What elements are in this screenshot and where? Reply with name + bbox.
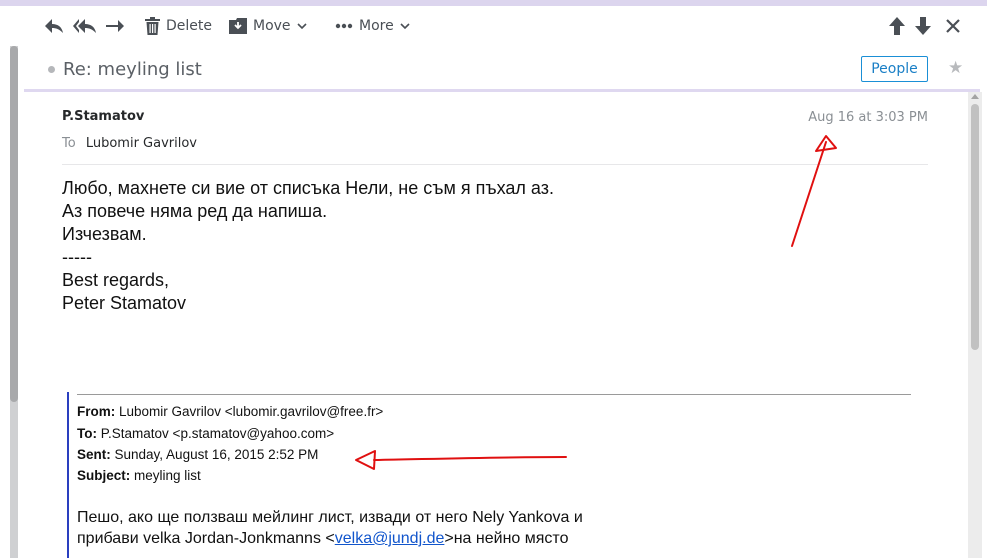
quoted-body: Пешо, ако ще ползваш мейлинг лист, извад… bbox=[77, 507, 583, 549]
quoted-sent-value: Sunday, August 16, 2015 2:52 PM bbox=[114, 447, 319, 462]
body-line: Изчезвам. bbox=[62, 224, 147, 244]
chevron-down-icon bbox=[400, 22, 410, 30]
right-scrollbar-thumb[interactable] bbox=[971, 104, 979, 350]
body-line: Best regards, bbox=[62, 270, 170, 290]
arrow-left-icon bbox=[44, 18, 64, 34]
arrow-down-icon bbox=[915, 17, 931, 35]
quoted-subject-label: Subject: bbox=[77, 468, 131, 483]
more-label: More bbox=[359, 18, 394, 34]
quoted-body-line: Пешо, ако ще ползваш мейлинг лист, извад… bbox=[77, 509, 583, 526]
email-link[interactable]: velka@jundj.de bbox=[335, 530, 445, 547]
left-scrollbar-thumb[interactable] bbox=[10, 46, 18, 402]
close-icon bbox=[946, 19, 960, 33]
message-date: Aug 16 at 3:03 PM bbox=[808, 110, 928, 125]
header-divider bbox=[62, 164, 928, 165]
more-button[interactable]: More bbox=[335, 6, 410, 46]
quoted-from: From: Lubomir Gavrilov <lubomir.gavrilov… bbox=[77, 404, 383, 419]
delete-label: Delete bbox=[166, 18, 212, 34]
arrow-up-icon bbox=[889, 17, 905, 35]
quote-divider bbox=[77, 394, 911, 395]
move-label: Move bbox=[253, 18, 291, 34]
to-label: To bbox=[62, 136, 76, 151]
quoted-subject-value: meyling list bbox=[134, 468, 201, 483]
subject-bar: Re: meyling list People ★ bbox=[24, 46, 980, 92]
left-scrollbar[interactable] bbox=[10, 46, 18, 558]
reply-all-button[interactable] bbox=[73, 6, 97, 46]
trash-icon bbox=[145, 17, 160, 35]
star-icon[interactable]: ★ bbox=[948, 58, 963, 78]
quoted-body-text: >на нейно място bbox=[444, 530, 569, 547]
back-button[interactable] bbox=[44, 6, 64, 46]
scroll-up-icon[interactable] bbox=[971, 94, 979, 99]
quoted-sent-label: Sent: bbox=[77, 447, 111, 462]
reply-all-icon bbox=[73, 18, 97, 34]
close-button[interactable] bbox=[946, 6, 960, 46]
message-subject: Re: meyling list bbox=[63, 59, 202, 80]
message-toolbar: Delete Move More bbox=[0, 6, 987, 46]
quoted-to: To: P.Stamatov <p.stamatov@yahoo.com> bbox=[77, 426, 334, 441]
body-line: Peter Stamatov bbox=[62, 293, 187, 313]
quoted-body-line: прибави velka Jordan-Jonkmanns <velka@ju… bbox=[77, 528, 583, 549]
people-button[interactable]: People bbox=[861, 56, 928, 82]
chevron-down-icon bbox=[296, 22, 307, 30]
body-line: Аз повече няма ред да напиша. bbox=[62, 201, 328, 221]
quoted-subject: Subject: meyling list bbox=[77, 468, 201, 483]
sender-name[interactable]: P.Stamatov bbox=[62, 109, 144, 124]
quoted-from-label: From: bbox=[77, 404, 116, 419]
message-body: Любо, махнете си вие от списъка Нели, не… bbox=[62, 177, 554, 315]
move-folder-icon bbox=[229, 18, 247, 34]
previous-message-button[interactable] bbox=[889, 6, 905, 46]
move-button[interactable]: Move bbox=[229, 6, 307, 46]
body-line: ----- bbox=[62, 247, 92, 267]
quoted-to-label: To: bbox=[77, 426, 97, 441]
body-line: Любо, махнете си вие от списъка Нели, не… bbox=[62, 178, 554, 198]
right-scrollbar[interactable] bbox=[968, 92, 982, 558]
read-status-dot[interactable] bbox=[48, 66, 55, 73]
recipient-name[interactable]: Lubomir Gavrilov bbox=[86, 136, 197, 151]
message-pane: P.Stamatov To Lubomir Gavrilov Aug 16 at… bbox=[24, 95, 968, 558]
recipient-row: To Lubomir Gavrilov bbox=[62, 136, 197, 151]
arrow-right-icon bbox=[105, 18, 125, 34]
quoted-body-text: прибави velka Jordan-Jonkmanns < bbox=[77, 530, 335, 547]
next-message-button[interactable] bbox=[915, 6, 931, 46]
delete-button[interactable]: Delete bbox=[145, 6, 212, 46]
quoted-message: From: Lubomir Gavrilov <lubomir.gavrilov… bbox=[67, 392, 917, 558]
quoted-sent: Sent: Sunday, August 16, 2015 2:52 PM bbox=[77, 447, 318, 462]
quoted-from-value: Lubomir Gavrilov <lubomir.gavrilov@free.… bbox=[119, 404, 384, 419]
quoted-to-value: P.Stamatov <p.stamatov@yahoo.com> bbox=[100, 426, 335, 441]
ellipsis-icon bbox=[335, 23, 353, 29]
forward-button[interactable] bbox=[105, 6, 125, 46]
